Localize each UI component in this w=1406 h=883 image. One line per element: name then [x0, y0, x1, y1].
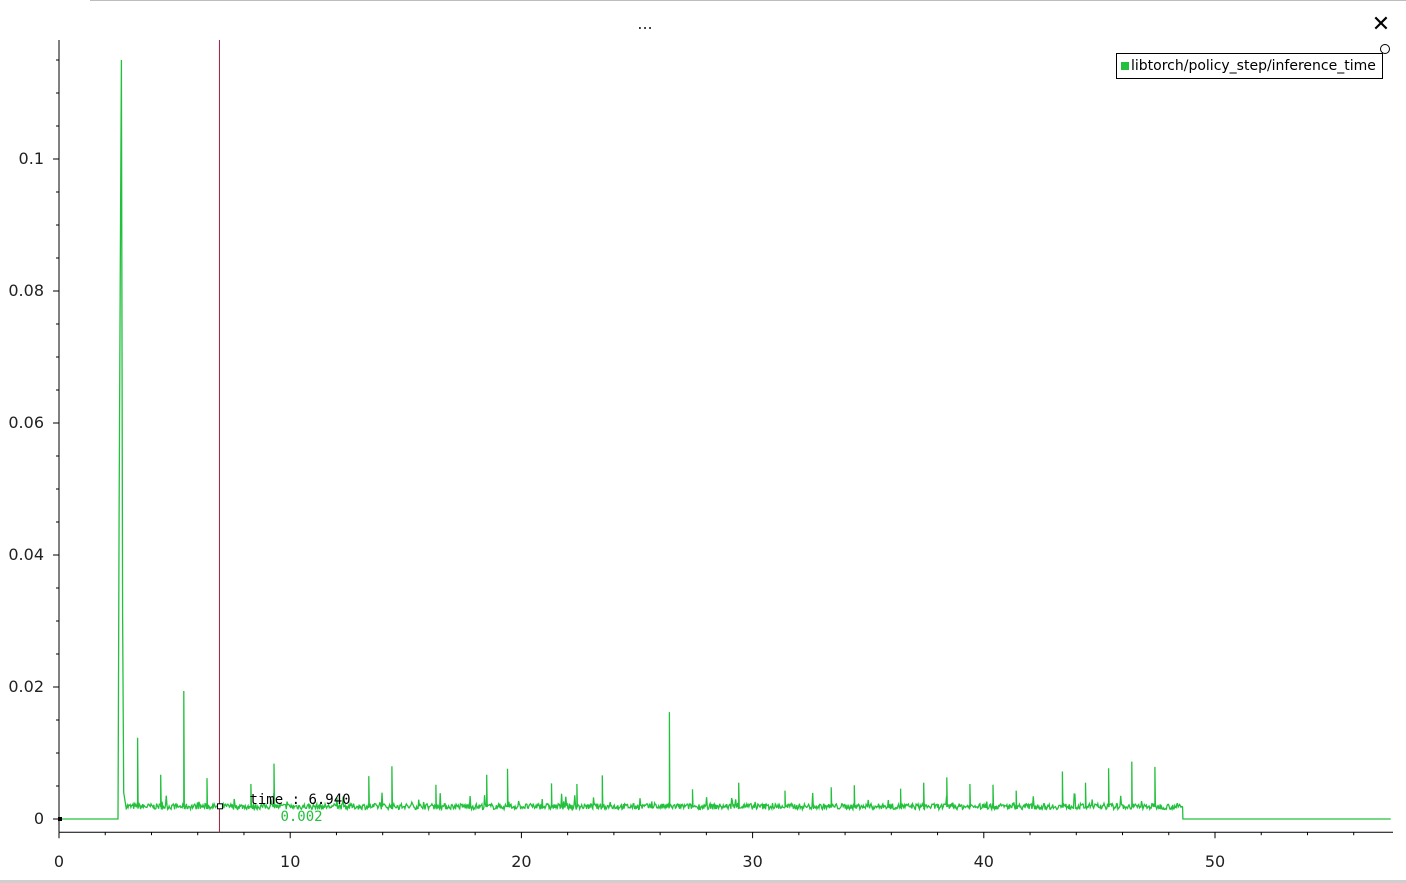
plot-canvas[interactable]: 0 0.02 0.04 0.06 0.08 0.1 0 10 20 30 40 50 time : 6…: [0, 0, 1406, 883]
y-tick-label: 0.04: [8, 545, 44, 564]
legend-drag-handle[interactable]: [1380, 44, 1390, 54]
x-tick-label: 10: [280, 852, 300, 871]
cursor-time-readout: time : 6.940: [249, 792, 350, 808]
x-tick-label: 20: [511, 852, 531, 871]
cursor-layer[interactable]: time : 6.9400.002: [216, 40, 351, 833]
x-tick-label: 40: [974, 852, 994, 871]
cursor-value-readout: 0.002: [280, 809, 322, 825]
y-tick-label: 0.1: [19, 149, 44, 168]
x-tick-label: 50: [1205, 852, 1225, 871]
y-tick-label: 0.02: [8, 677, 44, 696]
y-tick-label: 0.06: [8, 413, 44, 432]
series-layer: [58, 59, 1391, 821]
axes: 0 0.02 0.04 0.06 0.08 0.1 0 10 20 30 40 50: [8, 40, 1393, 871]
legend-swatch: [1121, 62, 1129, 70]
cursor-point-marker: [216, 803, 223, 810]
y-tick-label: 0: [34, 809, 44, 828]
legend-entry-label: libtorch/policy_step/inference_time: [1131, 58, 1376, 74]
series-start-marker: [58, 817, 62, 821]
x-tick-label: 30: [742, 852, 762, 871]
x-tick-label: 0: [54, 852, 64, 871]
legend[interactable]: libtorch/policy_step/inference_time: [1116, 53, 1383, 79]
y-tick-label: 0.08: [8, 281, 44, 300]
series-line-inference-time: [59, 59, 1391, 820]
